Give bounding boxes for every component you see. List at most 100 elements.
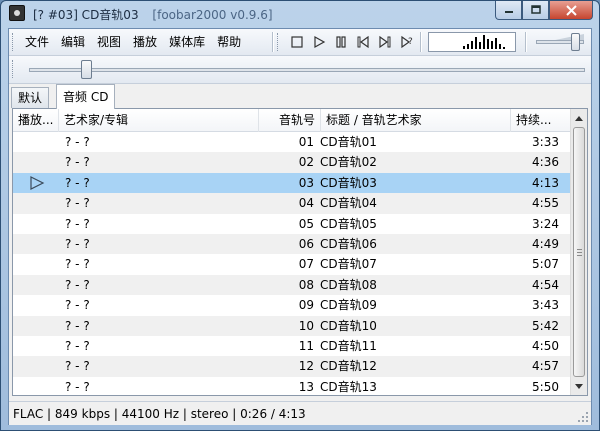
vertical-scrollbar[interactable] bbox=[570, 109, 587, 395]
pause-button[interactable] bbox=[330, 33, 352, 51]
duration-cell: 5:07 bbox=[532, 257, 559, 272]
table-row[interactable]: ? - ? 12 CD音轨12 4:57 bbox=[13, 356, 571, 377]
status-text: FLAC | 849 kbps | 44100 Hz | stereo | 0:… bbox=[13, 407, 306, 421]
menu-library[interactable]: 媒体库 bbox=[163, 29, 211, 55]
toolbar-grip[interactable] bbox=[277, 33, 280, 51]
table-row[interactable]: ? - ? 05 CD音轨05 3:24 bbox=[13, 214, 571, 234]
scrollbar-thumb[interactable] bbox=[573, 127, 585, 377]
volume-slider-thumb[interactable] bbox=[571, 33, 580, 51]
menu-playback[interactable]: 播放 bbox=[127, 29, 163, 55]
track-number-cell: 12 bbox=[298, 359, 314, 374]
playlist-tabs: 默认 音频 CD bbox=[9, 84, 591, 109]
column-header-title[interactable]: 标题 / 音轨艺术家 bbox=[321, 109, 511, 132]
window-title: [? #03] CD音轨03 [foobar2000 v0.9.6] bbox=[33, 6, 283, 23]
table-row[interactable]: ? - ? 02 CD音轨02 4:36 bbox=[13, 152, 571, 173]
title-bar[interactable]: [? #03] CD音轨03 [foobar2000 v0.9.6] bbox=[1, 1, 599, 27]
now-playing-cell bbox=[13, 336, 59, 356]
random-icon: ? bbox=[401, 35, 413, 49]
transport-controls: ? bbox=[286, 33, 418, 51]
menu-edit[interactable]: 编辑 bbox=[55, 29, 91, 55]
table-row[interactable]: ? - ? 01 CD音轨01 3:33 bbox=[13, 132, 571, 152]
seekbar-track[interactable] bbox=[29, 68, 585, 72]
seekbar-thumb[interactable] bbox=[81, 60, 92, 79]
close-button[interactable] bbox=[549, 1, 593, 20]
track-number-cell: 05 bbox=[298, 216, 314, 231]
menu-view[interactable]: 视图 bbox=[91, 29, 127, 55]
track-number-cell: 07 bbox=[298, 257, 314, 272]
stop-button[interactable] bbox=[286, 33, 308, 51]
spectrum-visualizer[interactable] bbox=[428, 32, 516, 52]
random-button[interactable]: ? bbox=[396, 33, 418, 51]
title-cell: CD音轨10 bbox=[320, 318, 377, 333]
spectrum-bar bbox=[463, 46, 465, 49]
artist-cell: ? - ? bbox=[65, 338, 90, 353]
menu-bar: 文件 编辑 视图 播放 媒体库 帮助 bbox=[19, 29, 247, 55]
scrollbar-grip-line bbox=[577, 255, 582, 256]
client-area: 文件 编辑 视图 播放 媒体库 帮助 ? 默认 音频 CD 播放... 艺术家/… bbox=[8, 28, 592, 425]
previous-button[interactable] bbox=[352, 33, 374, 51]
resize-grip-icon[interactable] bbox=[577, 411, 589, 423]
title-cell: CD音轨05 bbox=[320, 216, 377, 231]
status-bar: FLAC | 849 kbps | 44100 Hz | stereo | 0:… bbox=[9, 401, 591, 425]
column-header-artist-album[interactable]: 艺术家/专辑 bbox=[59, 109, 259, 132]
scroll-up-button[interactable] bbox=[571, 109, 587, 126]
tab-default[interactable]: 默认 bbox=[11, 87, 50, 108]
artist-cell: ? - ? bbox=[65, 257, 90, 272]
title-cell: CD音轨07 bbox=[320, 257, 377, 272]
title-cell: CD音轨02 bbox=[320, 155, 377, 170]
now-playing-cell bbox=[13, 132, 59, 152]
table-row[interactable]: ? - ? 13 CD音轨13 5:50 bbox=[13, 377, 571, 395]
table-row[interactable]: ? - ? 09 CD音轨09 3:43 bbox=[13, 295, 571, 315]
track-number-cell: 09 bbox=[298, 298, 314, 313]
artist-cell: ? - ? bbox=[65, 216, 90, 231]
table-row[interactable]: ? - ? 10 CD音轨10 5:42 bbox=[13, 315, 571, 336]
track-number-cell: 08 bbox=[298, 277, 314, 292]
duration-cell: 4:57 bbox=[532, 359, 559, 374]
duration-cell: 4:49 bbox=[532, 236, 559, 251]
arrow-down-icon bbox=[575, 383, 583, 389]
stop-icon bbox=[291, 36, 303, 48]
play-button[interactable] bbox=[308, 33, 330, 51]
toolbar-grip[interactable] bbox=[12, 60, 15, 78]
now-playing-cell bbox=[13, 316, 59, 336]
maximize-button[interactable] bbox=[522, 1, 549, 20]
next-button[interactable] bbox=[374, 33, 396, 51]
artist-cell: ? - ? bbox=[65, 175, 90, 190]
minimize-button[interactable] bbox=[495, 1, 522, 20]
menu-file[interactable]: 文件 bbox=[19, 29, 55, 55]
table-row[interactable]: ? - ? 07 CD音轨07 5:07 bbox=[13, 254, 571, 274]
arrow-up-icon bbox=[575, 115, 583, 121]
scroll-down-button[interactable] bbox=[571, 378, 587, 395]
table-row[interactable]: ? - ? 08 CD音轨08 4:54 bbox=[13, 274, 571, 296]
title-app-version: [foobar2000 v0.9.6] bbox=[152, 8, 273, 22]
now-playing-cell bbox=[13, 254, 59, 274]
now-playing-cell bbox=[13, 152, 59, 172]
duration-cell: 4:55 bbox=[532, 196, 559, 211]
tab-audio-cd[interactable]: 音频 CD bbox=[56, 84, 116, 109]
now-playing-icon bbox=[29, 175, 45, 193]
toolbar-separator bbox=[272, 32, 274, 52]
now-playing-cell bbox=[13, 234, 59, 254]
title-cell: CD音轨11 bbox=[320, 338, 377, 353]
spectrum-bar bbox=[499, 44, 501, 49]
column-header-duration[interactable]: 持续... bbox=[511, 109, 571, 132]
table-row[interactable]: ? - ? 04 CD音轨04 4:55 bbox=[13, 193, 571, 214]
table-row[interactable]: ? - ? 11 CD音轨11 4:50 bbox=[13, 336, 571, 356]
foobar-app-icon[interactable] bbox=[9, 5, 25, 21]
table-row[interactable]: ? - ? 06 CD音轨06 4:49 bbox=[13, 233, 571, 255]
track-number-cell: 02 bbox=[298, 155, 314, 170]
title-cell: CD音轨01 bbox=[320, 135, 377, 149]
spectrum-bar bbox=[467, 44, 469, 49]
playlist-view[interactable]: 播放... 艺术家/专辑 音轨号 标题 / 音轨艺术家 持续... ? - ? 0… bbox=[12, 108, 588, 396]
column-header-track-number[interactable]: 音轨号 bbox=[259, 109, 321, 132]
maximize-icon bbox=[530, 5, 541, 14]
toolbar-grip[interactable] bbox=[12, 33, 15, 51]
menu-help[interactable]: 帮助 bbox=[211, 29, 247, 55]
table-row[interactable]: ? - ? 03 CD音轨03 4:13 bbox=[13, 172, 571, 194]
title-cell: CD音轨12 bbox=[320, 359, 377, 374]
toolbar-separator bbox=[420, 32, 422, 52]
column-header-playing[interactable]: 播放... bbox=[13, 109, 59, 132]
toolbar-separator bbox=[525, 32, 527, 52]
track-number-cell: 06 bbox=[298, 236, 314, 251]
now-playing-cell bbox=[13, 275, 59, 295]
